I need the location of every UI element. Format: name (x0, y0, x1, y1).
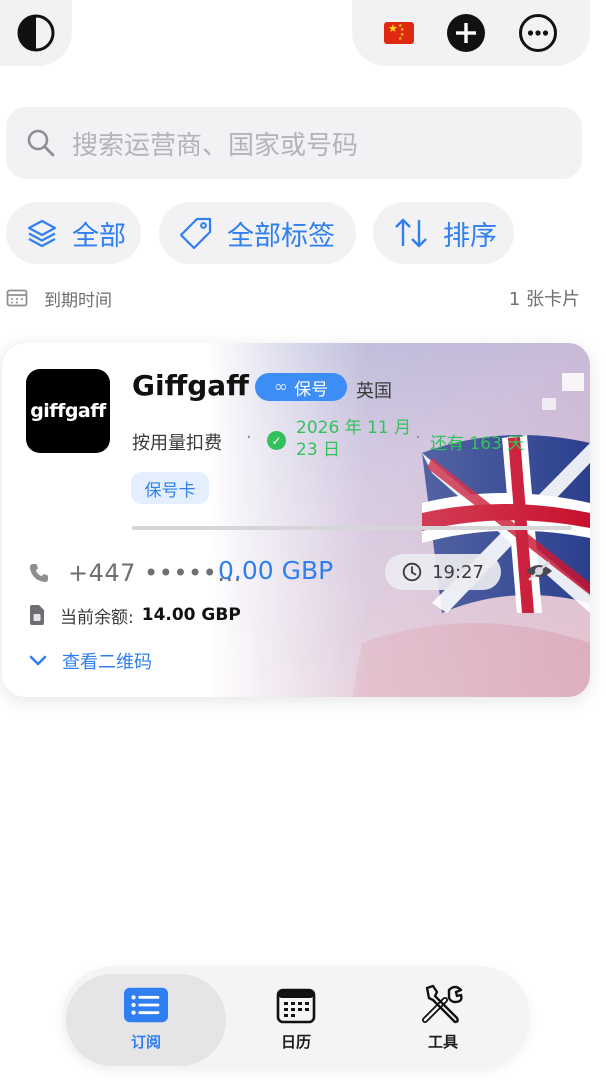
country-label: 英国 (356, 381, 392, 402)
validity-progress-bar (132, 526, 572, 530)
sort-field-label: 到期时间 (44, 290, 112, 311)
search-bar[interactable]: 搜索运营商、国家或号码 (6, 107, 582, 179)
sort-button[interactable]: 排序 (373, 202, 514, 264)
filter-tags-label: 全部标签 (227, 220, 335, 252)
calendar-small-icon (6, 289, 28, 307)
keep-badge-label: 保号 (294, 379, 329, 400)
separator-dot: · (246, 427, 252, 448)
top-actions: ★ ★ ★ ★ ★ (352, 0, 590, 66)
list-info-row: 到期时间 1 张卡片 (6, 286, 580, 311)
phone-icon (30, 564, 48, 582)
china-flag-icon[interactable]: ★ ★ ★ ★ ★ (384, 22, 414, 44)
clock-icon (402, 562, 422, 582)
days-remaining: 还有 163 天 (430, 434, 525, 454)
expiry-date-line1: 2026 年 11 月 (296, 418, 412, 438)
balance-display: 0.00 GBP (218, 556, 334, 585)
balance-value: 14.00 GBP (141, 605, 241, 625)
tab-tools-label: 工具 (427, 1033, 458, 1051)
eye-hidden-icon[interactable] (524, 559, 554, 583)
phone-row: +447 •••••... (28, 555, 242, 591)
plus-circle-icon[interactable] (446, 13, 486, 53)
tab-subscriptions[interactable]: 订阅 (96, 985, 196, 1052)
chevron-down-icon (29, 655, 47, 666)
tab-subscriptions-label: 订阅 (130, 1033, 161, 1051)
theme-toggle-button[interactable] (0, 0, 72, 66)
plan-label: 按用量扣费 (132, 433, 222, 454)
search-input[interactable]: 搜索运营商、国家或号码 (72, 125, 358, 162)
ellipsis-circle-icon[interactable] (518, 13, 558, 53)
balance-label: 当前余额: (60, 607, 134, 628)
card-count: 1 张卡片 (508, 289, 580, 310)
list-icon (124, 987, 168, 1023)
tag-icon (179, 217, 212, 250)
card-content: giffgaff Giffgaff ∞ 保号 英国 按用量扣费 · ✓ 2026… (2, 343, 590, 697)
search-icon (27, 129, 55, 157)
calendar-icon (276, 988, 316, 1024)
expiry-date: 2026 年 11 月 23 日 (296, 417, 416, 461)
phone-number: +447 •••••... (68, 559, 242, 587)
layers-icon (27, 219, 57, 248)
filter-all-label: 全部 (72, 220, 126, 252)
filter-all-button[interactable]: 全部 (6, 202, 141, 264)
separator-dot: · (415, 427, 421, 448)
sort-label: 排序 (443, 220, 497, 252)
tab-calendar[interactable]: 日历 (246, 985, 346, 1052)
sim-card[interactable]: giffgaff Giffgaff ∞ 保号 英国 按用量扣费 · ✓ 2026… (2, 343, 590, 697)
logo-text: giffgaff (30, 400, 106, 422)
sort-arrows-icon (395, 218, 427, 248)
carrier-name: Giffgaff (132, 369, 249, 402)
card-tag: 保号卡 (131, 472, 209, 504)
keep-number-badge: ∞ 保号 (255, 373, 347, 401)
time-pill[interactable]: 19:27 (385, 554, 501, 590)
tools-icon (422, 984, 463, 1024)
tab-calendar-label: 日历 (280, 1033, 311, 1051)
view-qr-button[interactable]: 查看二维码 (28, 647, 152, 675)
view-qr-label: 查看二维码 (62, 652, 152, 673)
infinity-icon: ∞ (273, 377, 289, 397)
contrast-icon (17, 14, 55, 52)
filter-tags-button[interactable]: 全部标签 (159, 202, 356, 264)
tab-tools[interactable]: 工具 (393, 984, 493, 1052)
app-screen: ★ ★ ★ ★ ★ 搜索运营商、国家或号码 全部 全部标签 排序 到期时间 1 … (0, 0, 606, 1086)
check-circle-icon: ✓ (267, 431, 286, 450)
giffgaff-logo: giffgaff (26, 369, 110, 453)
time-value: 19:27 (432, 561, 484, 583)
sim-card-icon (30, 605, 44, 625)
current-balance-row: 当前余额: 14.00 GBP (28, 601, 241, 629)
expiry-date-line2: 23 日 (296, 440, 341, 460)
